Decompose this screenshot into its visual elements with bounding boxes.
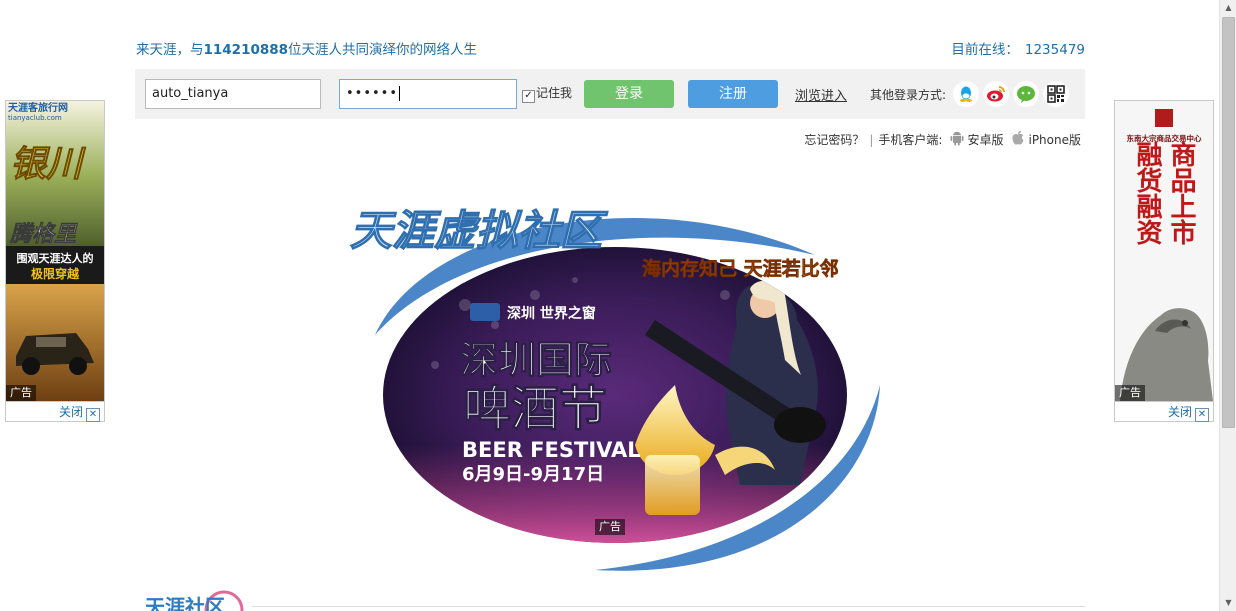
- beer-festival-ad[interactable]: 天涯虚拟社区 海内存知己 天涯若比邻 深圳 世界之窗 深圳国际 啤酒节 BEER…: [345, 185, 885, 580]
- left-ad-caption2: 极限穿越: [31, 266, 80, 281]
- login-button[interactable]: 登录: [584, 80, 674, 108]
- password-input[interactable]: ••••••: [339, 79, 517, 109]
- online-label: 目前在线：: [951, 42, 1019, 58]
- right-ad-close-button[interactable]: 关闭 ✕: [1115, 401, 1213, 422]
- left-ad-close-button[interactable]: 关闭 ✕: [6, 401, 104, 422]
- login-bar: auto_tianya •••••• ✓ 记住我 登录 注册 浏览进入 其他登录方…: [135, 69, 1085, 119]
- forgot-password-link[interactable]: 忘记密码？: [804, 133, 864, 147]
- ad-dates: 6月9日-9月17日: [462, 464, 604, 485]
- username-value: auto_tianya: [152, 86, 229, 101]
- left-ad-brand: 天涯客旅行网: [8, 101, 68, 114]
- scroll-down-arrow-icon[interactable]: ▼: [1220, 595, 1236, 611]
- username-input[interactable]: auto_tianya: [145, 79, 321, 109]
- sub-links: 忘记密码？ | 手机客户端: 安卓版 iPhone版: [804, 130, 1081, 151]
- ad-title-line1: 深圳国际: [460, 338, 612, 382]
- qq-icon[interactable]: [953, 81, 979, 107]
- footer-divider: [252, 606, 1085, 607]
- other-login-label: 其他登录方式:: [870, 88, 947, 102]
- left-side-ad[interactable]: 天涯客旅行网 tianyaclub.com 银川 腾格里 围观天涯达人的 极限穿…: [5, 100, 105, 422]
- ad-logo-text: 天涯虚拟社区: [350, 206, 609, 255]
- close-icon[interactable]: ✕: [1195, 408, 1209, 422]
- left-ad-label: 广告: [6, 385, 36, 401]
- left-ad-headline2: 腾格里: [9, 221, 78, 247]
- main-ad-label: 广告: [595, 519, 625, 535]
- right-ad-col2: 融货融资: [1132, 141, 1162, 245]
- left-ad-graphic: 天涯客旅行网 tianyaclub.com 银川 腾格里 围观天涯达人的 极限穿…: [6, 101, 104, 401]
- remember-label: 记住我: [536, 86, 573, 100]
- right-ad-label: 广告: [1115, 385, 1145, 401]
- user-count: 114210888: [203, 42, 289, 58]
- apple-icon: [1011, 130, 1025, 149]
- sponsor-logo-icon: [470, 303, 500, 321]
- welcome-text: 来天涯，与114210888位天涯人共同演绎你的网络人生: [136, 38, 477, 58]
- welcome-prefix: 来天涯，与: [136, 42, 204, 58]
- text-caret: [399, 86, 401, 101]
- right-ad-graphic: 东南大宗商品交易中心 商品上市 融货融资: [1115, 101, 1213, 401]
- remember-checkbox[interactable]: ✓: [522, 90, 535, 103]
- scroll-up-arrow-icon[interactable]: ▲: [1220, 0, 1236, 16]
- iphone-link[interactable]: iPhone版: [1028, 133, 1081, 147]
- password-value: ••••••: [346, 86, 399, 101]
- ad-sponsor: 深圳 世界之窗: [507, 305, 596, 322]
- online-count: 1235479: [1024, 42, 1085, 58]
- left-ad-headline: 银川: [10, 143, 86, 185]
- left-ad-caption1: 围观天涯达人的: [17, 251, 94, 265]
- right-ad-emblem-icon: [1155, 109, 1173, 127]
- browse-link[interactable]: 浏览进入: [795, 85, 847, 104]
- vertical-scrollbar[interactable]: ▲ ▼: [1219, 0, 1236, 611]
- right-ad-close-label: 关闭: [1167, 405, 1192, 419]
- android-icon: [950, 130, 964, 149]
- right-side-ad[interactable]: 东南大宗商品交易中心 商品上市 融货融资 广告 关闭 ✕: [1114, 100, 1214, 422]
- right-ad-col1: 商品上市: [1166, 140, 1196, 245]
- separator: |: [869, 133, 874, 147]
- mobile-client-label: 手机客户端:: [878, 133, 943, 147]
- ad-title-line2: 啤酒节: [463, 381, 607, 437]
- footer-logo-text: 天涯社区: [145, 595, 225, 611]
- scroll-thumb[interactable]: [1222, 17, 1235, 428]
- weibo-icon[interactable]: [983, 81, 1009, 107]
- ad-slogan: 海内存知己 天涯若比邻: [642, 257, 839, 280]
- qrcode-icon[interactable]: [1043, 81, 1069, 107]
- left-ad-brand-url: tianyaclub.com: [8, 114, 62, 122]
- welcome-suffix: 位天涯人共同演绎你的网络人生: [288, 42, 478, 58]
- left-ad-close-label: 关闭: [58, 405, 83, 419]
- wechat-icon[interactable]: [1013, 81, 1039, 107]
- close-icon[interactable]: ✕: [86, 408, 100, 422]
- ad-subtitle: BEER FESTIVAL: [462, 438, 641, 462]
- footer-logo: 天涯社区: [140, 588, 250, 611]
- register-button[interactable]: 注册: [688, 80, 778, 108]
- online-status: 目前在线： 1235479: [951, 38, 1085, 58]
- android-link[interactable]: 安卓版: [967, 133, 1003, 147]
- remember-me[interactable]: ✓ 记住我: [522, 84, 572, 103]
